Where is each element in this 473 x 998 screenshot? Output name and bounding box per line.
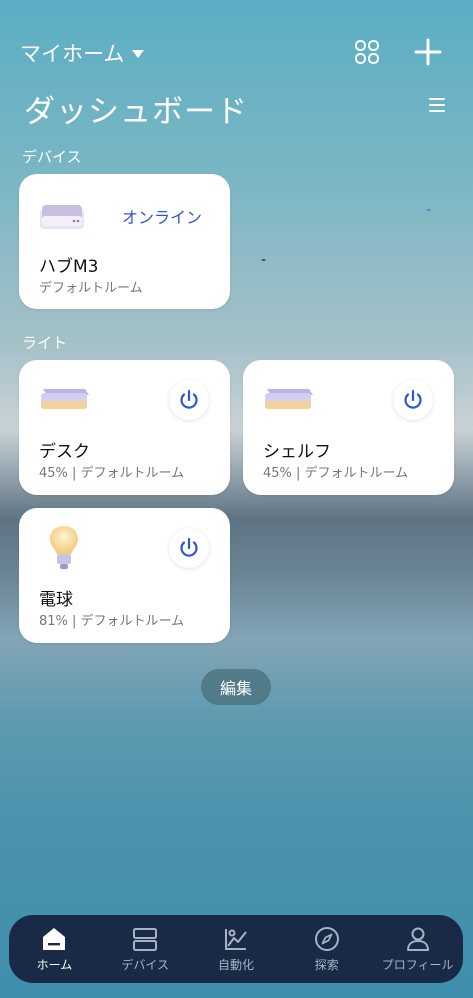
- hub-name: ハブM3: [39, 257, 99, 277]
- devices-section-label: デバイス: [22, 148, 82, 166]
- hub-status: オンライン: [122, 208, 203, 227]
- home-name: マイホーム: [20, 42, 125, 66]
- light-detail: 45% | デフォルトルーム: [39, 466, 185, 481]
- stray-mark: -: [426, 202, 432, 218]
- nav-item-devices[interactable]: デバイス: [100, 926, 190, 973]
- light-detail: 81% | デフォルトルーム: [39, 614, 185, 629]
- bottom-nav: ホーム デバイス 自動化 探索 プロフィール: [9, 915, 463, 983]
- add-icon[interactable]: [414, 38, 442, 66]
- nav-item-explore[interactable]: 探索: [282, 926, 372, 973]
- hub-room: デフォルトルーム: [39, 281, 143, 296]
- lights-section-label: ライト: [22, 334, 68, 352]
- light-name: 電球: [39, 590, 73, 610]
- home-icon: [43, 927, 66, 950]
- nav-item-home[interactable]: ホーム: [9, 926, 99, 973]
- power-icon: [180, 389, 198, 409]
- page-title: ダッシュボード: [24, 94, 248, 130]
- edit-button[interactable]: 編集: [201, 669, 271, 705]
- nav-label: 自動化: [217, 957, 254, 972]
- nav-item-profile[interactable]: プロフィール: [373, 926, 463, 973]
- profile-icon: [406, 927, 429, 951]
- hub-device-icon: [40, 205, 84, 229]
- caret-down-icon: [132, 50, 145, 58]
- power-icon: [180, 537, 198, 557]
- power-button[interactable]: [393, 380, 433, 420]
- light-detail: 45% | デフォルトルーム: [263, 466, 409, 481]
- compass-icon: [314, 926, 339, 951]
- light-bulb-icon: [50, 526, 78, 569]
- light-name: デスク: [39, 442, 90, 462]
- nav-label: プロフィール: [381, 957, 454, 972]
- light-bar-icon: [265, 389, 313, 409]
- nav-item-automation[interactable]: 自動化: [191, 926, 281, 973]
- grid-view-icon[interactable]: [354, 39, 380, 65]
- nav-label: デバイス: [121, 957, 169, 972]
- light-card-desk[interactable]: デスク 45% | デフォルトルーム: [19, 360, 230, 495]
- power-button[interactable]: [169, 528, 209, 568]
- nav-label: ホーム: [36, 957, 73, 972]
- light-card-bulb[interactable]: 電球 81% | デフォルトルーム: [19, 508, 230, 643]
- light-name: シェルフ: [263, 442, 331, 462]
- home-switcher[interactable]: マイホーム: [20, 38, 145, 68]
- power-button[interactable]: [169, 380, 209, 420]
- list-menu-icon[interactable]: [428, 96, 446, 114]
- stray-mark: -: [261, 252, 267, 268]
- devices-icon: [133, 927, 158, 951]
- light-bar-icon: [41, 389, 89, 409]
- nav-label: 探索: [314, 957, 339, 972]
- light-card-shelf[interactable]: シェルフ 45% | デフォルトルーム: [243, 360, 454, 495]
- hub-card[interactable]: オンライン ハブM3 デフォルトルーム: [19, 174, 230, 309]
- automation-icon: [224, 928, 247, 950]
- power-icon: [404, 389, 422, 409]
